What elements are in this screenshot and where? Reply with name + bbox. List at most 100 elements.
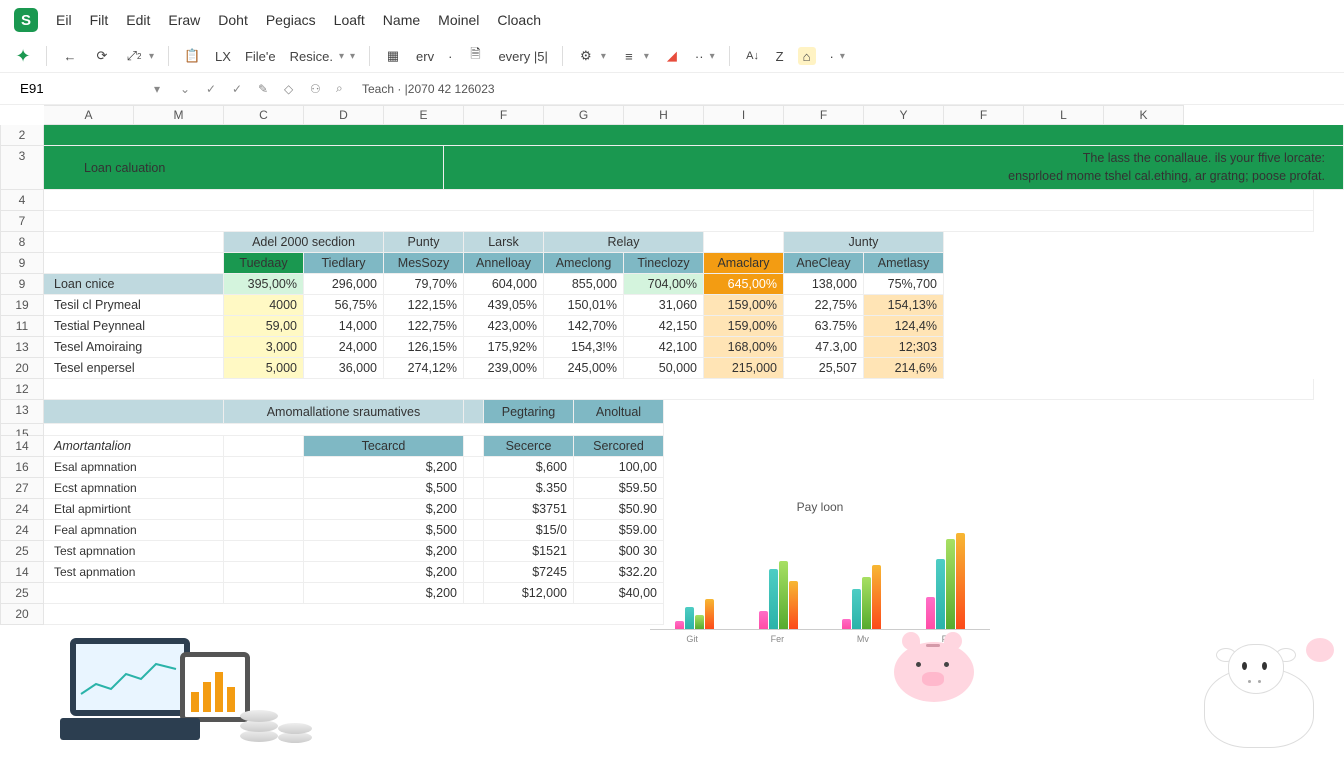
data-cell[interactable]: 439,05% [464,295,544,316]
sub-header-2[interactable]: Tecarcd [304,436,464,457]
cell[interactable] [224,457,304,478]
row-label[interactable]: Tesel Amoiraing [44,337,224,358]
data-cell[interactable]: 122,15% [384,295,464,316]
row-number[interactable]: 16 [0,457,44,478]
menu-moinel[interactable]: Moinel [438,12,479,28]
amort-cell[interactable]: $,500 [304,478,464,499]
data-cell[interactable]: 239,00% [464,358,544,379]
cell[interactable] [464,583,484,604]
data-cell[interactable]: 3,000 [224,337,304,358]
row-number[interactable]: 13 [0,400,44,424]
amort-row-label[interactable]: Feal apmnation [44,520,224,541]
pencil-icon[interactable]: ✎ [258,82,274,96]
data-cell[interactable]: 215,000 [704,358,784,379]
row-number[interactable]: 27 [0,478,44,499]
data-cell[interactable]: 855,000 [544,274,624,295]
cell[interactable] [44,232,224,253]
col-header[interactable]: M [134,105,224,125]
amort-cell[interactable]: $3751 [484,499,574,520]
check-icon[interactable]: ✓ [206,82,222,96]
section-header[interactable]: Larsk [464,232,544,253]
resize-button[interactable]: Resice. [290,49,333,64]
col-header[interactable]: L [1024,105,1104,125]
data-cell[interactable]: 704,00% [624,274,704,295]
column-header[interactable]: Tineclozy [624,253,704,274]
data-cell[interactable]: 25,507 [784,358,864,379]
layout-icon[interactable]: ▦ [384,47,402,65]
row-label[interactable]: Loan cnice [44,274,224,295]
data-cell[interactable]: 274,12% [384,358,464,379]
column-header[interactable]: Tiedlary [304,253,384,274]
menu-edit[interactable]: Edit [126,12,150,28]
col-header[interactable]: A [44,105,134,125]
back-icon[interactable]: ← [61,47,79,65]
clipboard-icon[interactable]: 📋 [183,47,201,65]
settings-icon[interactable]: ⚙ [577,47,595,65]
home-icon[interactable]: ⌂ [798,47,816,65]
search-icon[interactable]: ⌕ [336,81,352,96]
data-cell[interactable]: 138,000 [784,274,864,295]
row-label[interactable]: Tesel enpersel [44,358,224,379]
data-cell[interactable]: 56,75% [304,295,384,316]
cell[interactable] [704,232,784,253]
data-cell[interactable]: 296,000 [304,274,384,295]
row-number[interactable]: 20 [0,358,44,379]
col-header[interactable]: C [224,105,304,125]
row-number[interactable]: 12 [0,379,44,400]
row-number[interactable]: 15 [0,424,44,436]
column-header[interactable]: Ametlasy [864,253,944,274]
cell[interactable] [224,520,304,541]
file-button[interactable]: File'e [245,49,276,64]
column-header[interactable]: AneCleay [784,253,864,274]
cell[interactable] [224,499,304,520]
data-cell[interactable]: 154,3!% [544,337,624,358]
cell[interactable] [224,541,304,562]
menu-eraw[interactable]: Eraw [168,12,200,28]
align-icon[interactable]: ≡ [620,47,638,65]
cell[interactable] [224,478,304,499]
section-header[interactable]: Adel 2000 secdion [224,232,384,253]
col-header[interactable]: G [544,105,624,125]
data-cell[interactable]: 124,4% [864,316,944,337]
amort-row-label[interactable]: Etal apmirtiont [44,499,224,520]
cell[interactable] [464,541,484,562]
menu-loaft[interactable]: Loaft [334,12,365,28]
data-cell[interactable]: 59,00 [224,316,304,337]
data-cell[interactable]: 245,00% [544,358,624,379]
sort-asc-icon[interactable]: A↓ [744,47,762,65]
row-number[interactable]: 14 [0,562,44,583]
menu-cloach[interactable]: Cloach [497,12,541,28]
col-header[interactable]: E [384,105,464,125]
data-cell[interactable]: 50,000 [624,358,704,379]
menu-filt[interactable]: Filt [90,12,109,28]
row-number[interactable]: 14 [0,436,44,457]
fill-color-icon[interactable]: ◢ [663,47,681,65]
section-header[interactable]: Relay [544,232,704,253]
amort-cell[interactable]: $12,000 [484,583,574,604]
col-header[interactable]: F [464,105,544,125]
cell[interactable] [464,562,484,583]
row-number[interactable]: 9 [0,274,44,295]
data-cell[interactable]: 4000 [224,295,304,316]
amort-cell[interactable]: 100,00 [574,457,664,478]
data-cell[interactable]: 150,01% [544,295,624,316]
data-cell[interactable]: 126,15% [384,337,464,358]
row-number[interactable]: 25 [0,583,44,604]
data-cell[interactable]: 122,75% [384,316,464,337]
data-cell[interactable]: 63.75% [784,316,864,337]
data-cell[interactable]: 5,000 [224,358,304,379]
data-cell[interactable]: 75%,700 [864,274,944,295]
col-header[interactable]: K [1104,105,1184,125]
row-number[interactable]: 9 [0,253,44,274]
row-number[interactable]: 19 [0,295,44,316]
cell[interactable] [464,436,484,457]
data-cell[interactable]: 24,000 [304,337,384,358]
data-cell[interactable]: 79,70% [384,274,464,295]
amort-row-label[interactable]: Ecst apmnation [44,478,224,499]
amort-cell[interactable]: $,600 [484,457,574,478]
amort-row-label[interactable]: Esal apmnation [44,457,224,478]
amort-cell[interactable]: $,200 [304,562,464,583]
data-cell[interactable]: 154,13% [864,295,944,316]
sub-header-2[interactable]: Sercored [574,436,664,457]
column-header[interactable]: Annelloay [464,253,544,274]
